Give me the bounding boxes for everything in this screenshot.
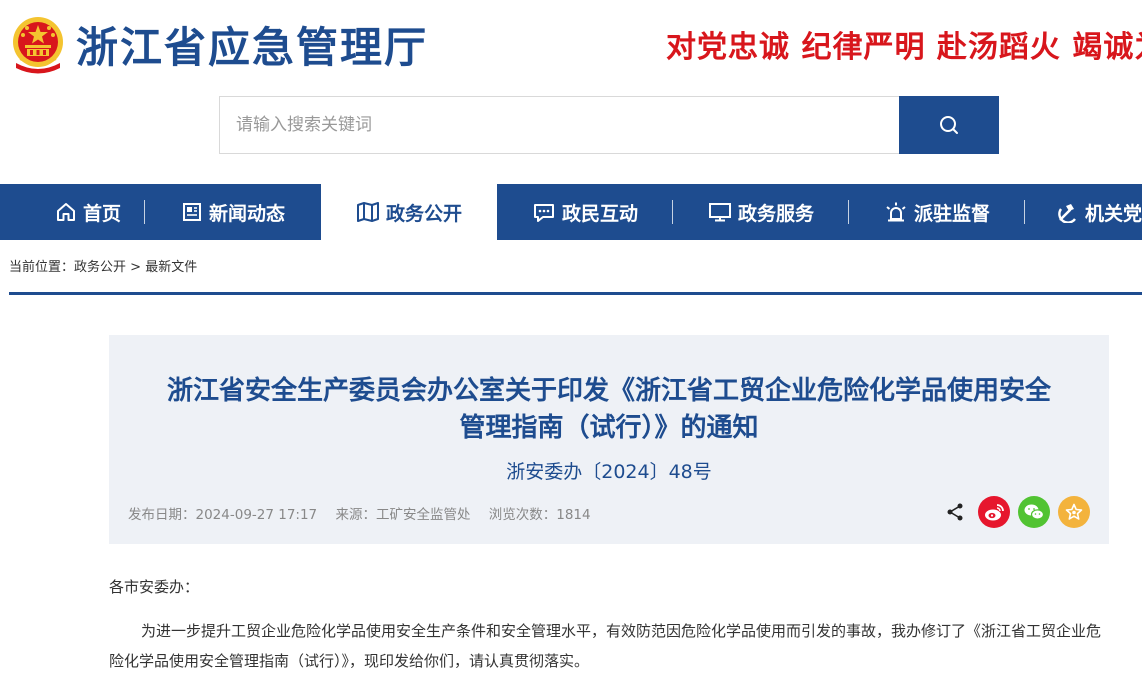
nav-label: 政民互动: [561, 202, 638, 225]
nav-label: 派驻监督: [913, 202, 990, 225]
site-header: 浙江省应急管理厅 对党忠诚 纪律严明 赴汤蹈火 竭诚为民: [0, 0, 1142, 90]
divider: [9, 292, 1142, 295]
document-number: 浙安委办〔2024〕48号: [506, 461, 712, 483]
search-input[interactable]: [219, 96, 899, 154]
nav-label: 首页: [82, 202, 121, 225]
national-emblem-icon: [13, 17, 63, 74]
nav-item-news[interactable]: 新闻动态: [145, 184, 321, 240]
nav-item-services[interactable]: 政务服务: [673, 184, 849, 240]
newspaper-icon: [182, 203, 201, 221]
breadcrumb-link-latest-files[interactable]: 最新文件: [145, 260, 197, 275]
nav-label: 新闻动态: [208, 202, 285, 225]
wechat-icon: [1024, 504, 1045, 520]
article-title-line: 管理指南（试行）》的通知: [459, 413, 759, 443]
article-title: 浙江省安全生产委员会办公室关于印发《浙江省工贸企业危险化学品使用安全 管理指南（…: [109, 373, 1109, 447]
site-title[interactable]: 浙江省应急管理厅: [76, 14, 428, 75]
article-meta: 发布日期：2024-09-27 17:17 来源：工矿安全监管处 浏览次数：18…: [128, 503, 605, 523]
nav-label: 机关党建: [1085, 202, 1142, 225]
favorite-button[interactable]: [1058, 496, 1090, 528]
chat-icon: [533, 204, 554, 222]
nav-item-government-affairs[interactable]: 政务公开: [321, 184, 497, 240]
article-source: 来源：工矿安全监管处: [335, 507, 471, 523]
search-bar: [219, 96, 999, 154]
nav-label: 政务服务: [737, 202, 814, 225]
breadcrumb-prefix: 当前位置：: [9, 260, 75, 275]
search-button[interactable]: [899, 96, 999, 154]
nav-item-supervision[interactable]: 派驻监督: [849, 184, 1025, 240]
nav-label: 政务公开: [385, 202, 462, 225]
wechat-share-button[interactable]: [1018, 496, 1050, 528]
weibo-icon: [985, 504, 1004, 521]
main-nav: 首页 新闻动态 政务公开 政民互动 政务服务 派驻监督 机关党: [0, 184, 1142, 240]
home-icon: [56, 203, 75, 221]
search-icon: [940, 116, 958, 134]
breadcrumb: 当前位置：政务公开 > 最新文件: [9, 256, 197, 275]
breadcrumb-link-government-affairs[interactable]: 政务公开: [74, 260, 126, 275]
article-header: 浙江省安全生产委员会办公室关于印发《浙江省工贸企业危险化学品使用安全 管理指南（…: [109, 335, 1109, 544]
salutation: 各市安委办：: [109, 578, 200, 596]
book-icon: [356, 202, 379, 222]
body-paragraph: 为进一步提升工贸企业危险化学品使用安全生产条件和安全管理水平，有效防范因危险化学…: [109, 622, 1102, 670]
alarm-light-icon: [886, 202, 906, 222]
slogan-text: 对党忠诚 纪律严明 赴汤蹈火 竭诚为民: [666, 30, 1142, 65]
view-count: 浏览次数：1814: [488, 507, 591, 523]
publish-date: 发布日期：2024-09-27 17:17: [128, 507, 318, 523]
share-bar: [944, 496, 1090, 528]
article-body: 各市安委办： 为进一步提升工贸企业危险化学品使用安全生产条件和安全管理水平，有效…: [109, 572, 1109, 676]
nav-item-interaction[interactable]: 政民互动: [497, 184, 673, 240]
nav-item-party-building[interactable]: 机关党建: [1025, 184, 1142, 240]
weibo-share-button[interactable]: [978, 496, 1010, 528]
article-title-line: 浙江省安全生产委员会办公室关于印发《浙江省工贸企业危险化学品使用安全: [166, 376, 1051, 406]
share-icon[interactable]: [944, 501, 966, 523]
breadcrumb-separator: >: [130, 260, 142, 275]
party-emblem-icon: [1058, 204, 1076, 223]
favorite-star-icon: [1065, 503, 1083, 520]
monitor-icon: [708, 203, 731, 222]
